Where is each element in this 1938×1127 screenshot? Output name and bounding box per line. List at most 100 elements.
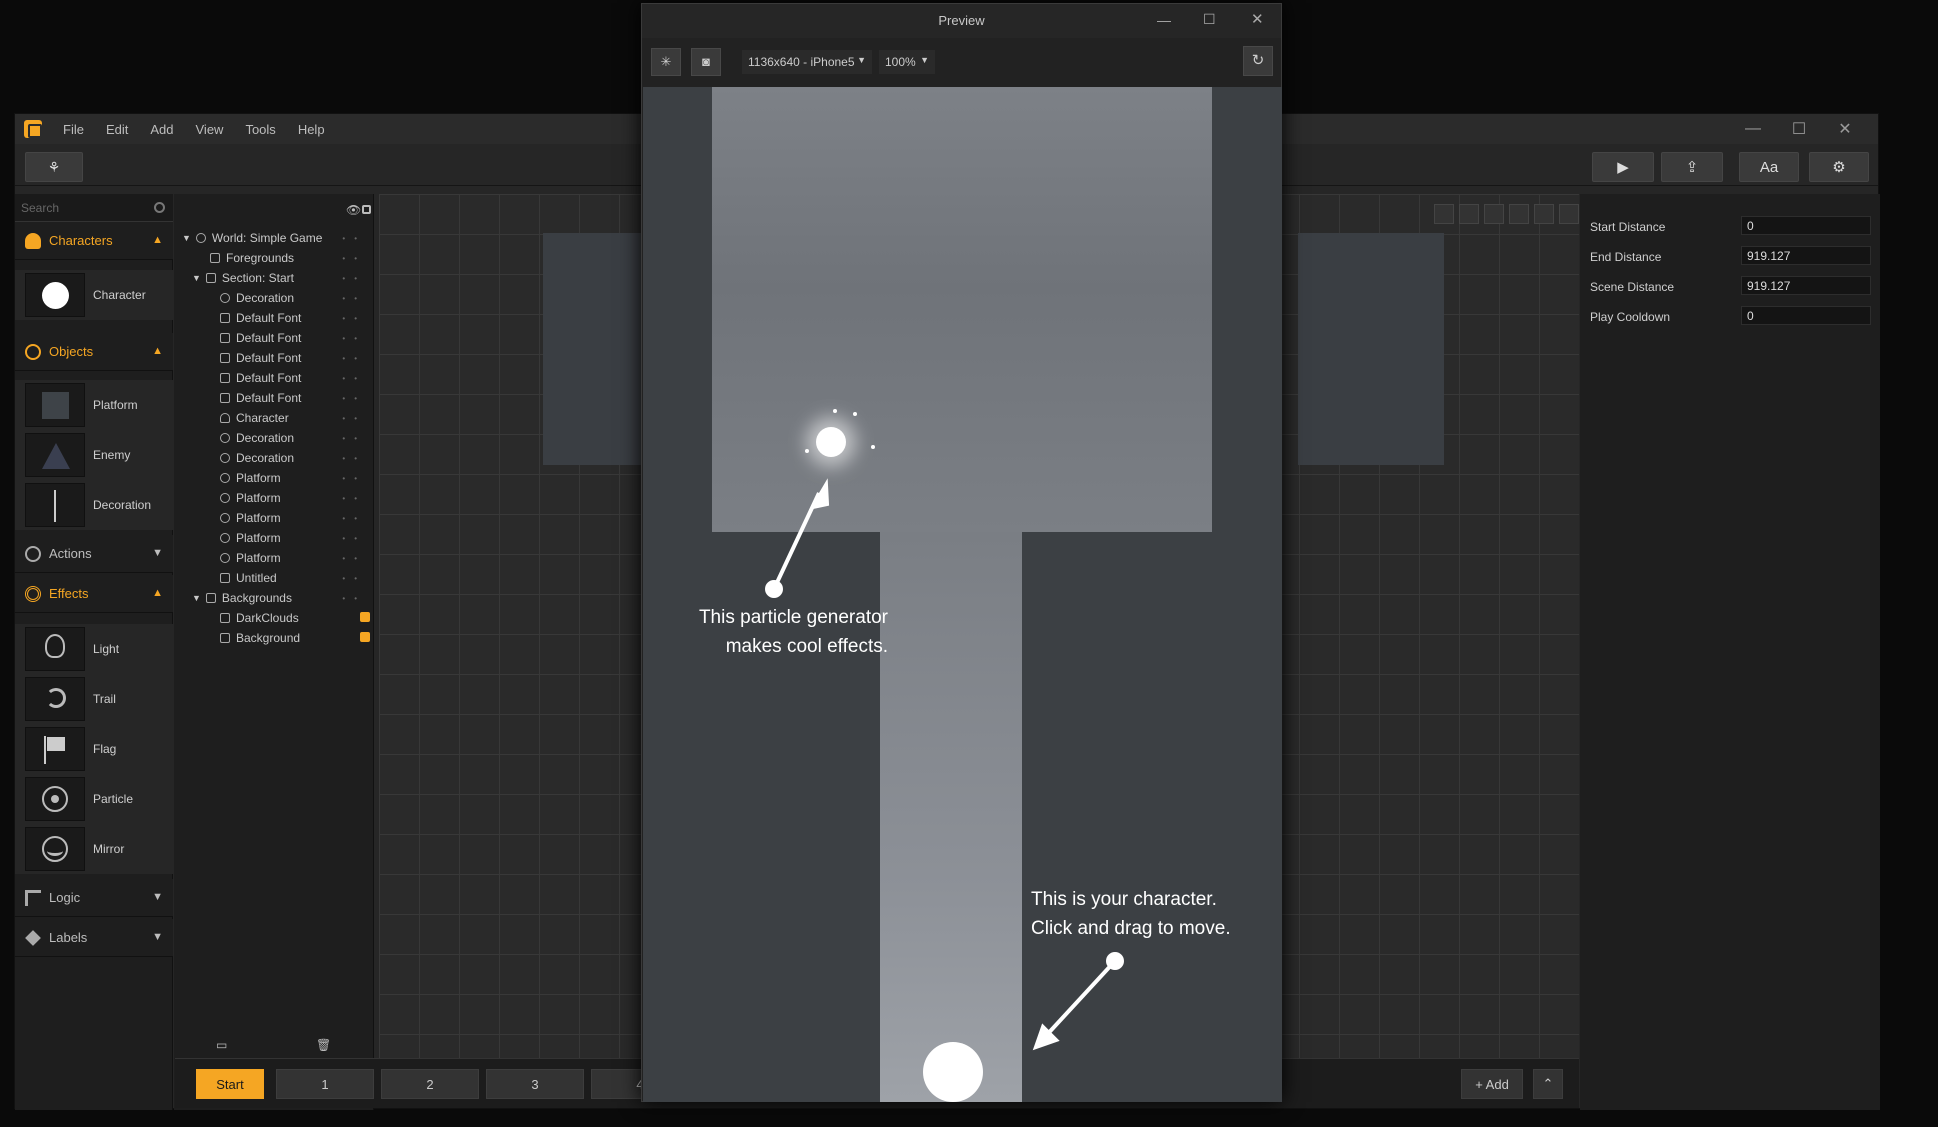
menu-edit[interactable]: Edit [106, 122, 128, 137]
menu-tools[interactable]: Tools [245, 122, 275, 137]
hierarchy-button[interactable]: ⚘ [25, 152, 83, 182]
section-effects[interactable]: Effects ▲ [15, 575, 173, 613]
library-item-character[interactable]: Character [15, 270, 173, 320]
close-icon[interactable]: ✕ [1251, 10, 1264, 28]
tree-row[interactable]: Decoration •• [174, 428, 374, 448]
prop-end-distance: End Distance 919.127 [1590, 244, 1876, 268]
eye-icon[interactable]: 👁 [346, 203, 361, 217]
tree-row[interactable]: Default Font •• [174, 308, 374, 328]
tree-row[interactable]: Platform •• [174, 548, 374, 568]
section-logic[interactable]: Logic ▼ [15, 879, 173, 917]
section-objects[interactable]: Objects ▲ [15, 333, 173, 371]
library-item-decoration[interactable]: Decoration [15, 480, 173, 530]
tree-row-label: Backgrounds [221, 591, 292, 605]
tree-row[interactable]: Default Font •• [174, 368, 374, 388]
game-viewport[interactable]: This particle generator makes cool effec… [643, 87, 1282, 1102]
fit-icon[interactable] [1434, 204, 1454, 224]
maximize-icon[interactable]: ☐ [1776, 119, 1822, 139]
tree-row-backgrounds[interactable]: ▼ Backgrounds •• [174, 588, 374, 608]
prop-start-distance: Start Distance 0 [1590, 214, 1876, 238]
section-actions[interactable]: Actions ▼ [15, 535, 173, 573]
menu-help[interactable]: Help [298, 122, 325, 137]
maximize-icon[interactable]: ☐ [1203, 11, 1216, 28]
tree-row[interactable]: Character •• [174, 408, 374, 428]
section-labels-label: Labels [49, 930, 88, 945]
library-item-flag[interactable]: Flag [15, 724, 173, 774]
library-item-trail[interactable]: Trail [15, 674, 173, 724]
menu-file[interactable]: File [63, 122, 84, 137]
folder-icon[interactable]: ▭ [216, 1038, 227, 1052]
close-icon[interactable]: ✕ [1822, 119, 1868, 139]
device-select[interactable]: 1136x640 - iPhone5 ▼ [742, 50, 872, 74]
search-input[interactable]: Search [15, 194, 173, 222]
library-item-platform[interactable]: Platform [15, 380, 173, 430]
page-tab-2[interactable]: 2 [381, 1069, 479, 1099]
font-button-label: Aa [1759, 158, 1779, 176]
prop-input[interactable]: 919.127 [1741, 276, 1871, 295]
prop-input[interactable]: 0 [1741, 306, 1871, 325]
add-page-button[interactable]: + Add [1461, 1069, 1523, 1099]
section-characters[interactable]: Characters ▲ [15, 222, 173, 260]
tree-row-world[interactable]: ▼ World: Simple Game •• [174, 228, 374, 248]
font-button[interactable]: Aa [1739, 152, 1799, 182]
tree-row-foregrounds[interactable]: Foregrounds •• [174, 248, 374, 268]
settings-button[interactable]: ⚙ [1809, 152, 1869, 182]
screenshot-button[interactable]: ◙ [691, 48, 721, 76]
magnet-icon[interactable] [1509, 204, 1529, 224]
library-item-particle[interactable]: Particle [15, 774, 173, 824]
lock-icon[interactable] [360, 632, 370, 642]
menu-view[interactable]: View [196, 122, 224, 137]
chevron-up-icon[interactable]: ⌃ [1533, 1069, 1563, 1099]
grid-icon[interactable] [1484, 204, 1504, 224]
tree-row-section-start[interactable]: ▼ Section: Start •• [174, 268, 374, 288]
play-button[interactable]: ▶ [1592, 152, 1654, 182]
library-item-label: Platform [93, 398, 138, 412]
annotation-line: Click and drag to move. [1031, 918, 1231, 939]
link-icon[interactable] [1534, 204, 1554, 224]
minimize-icon[interactable]: — [1730, 120, 1776, 138]
tree-row[interactable]: Default Font •• [174, 348, 374, 368]
chevron-up-icon: ▲ [152, 234, 163, 246]
prop-input[interactable]: 0 [1741, 216, 1871, 235]
section-labels[interactable]: Labels ▼ [15, 919, 173, 957]
lock-icon[interactable] [1459, 204, 1479, 224]
tree-row[interactable]: Platform •• [174, 508, 374, 528]
page-tab-1[interactable]: 1 [276, 1069, 374, 1099]
tree-row-label: Default Font [236, 351, 302, 365]
lock-icon[interactable] [362, 205, 371, 214]
refresh-button[interactable]: ↻ [1243, 46, 1273, 76]
tree-row-label: Default Font [236, 311, 302, 325]
page-tab-start[interactable]: Start [196, 1069, 264, 1099]
debug-icon[interactable] [1559, 204, 1579, 224]
chevron-down-icon: ▼ [152, 931, 163, 943]
debug-button[interactable]: ✳ [651, 48, 681, 76]
prop-input[interactable]: 919.127 [1741, 246, 1871, 265]
tree-row[interactable]: Platform •• [174, 468, 374, 488]
library-item-mirror[interactable]: Mirror [15, 824, 173, 874]
minimize-icon[interactable]: — [1157, 12, 1171, 28]
page-tab-3[interactable]: 3 [486, 1069, 584, 1099]
trash-icon[interactable]: 🗑 [316, 1038, 331, 1052]
tree-row[interactable]: Platform •• [174, 488, 374, 508]
tree-row[interactable]: Background [174, 628, 374, 648]
tree-row[interactable]: Default Font •• [174, 328, 374, 348]
tree-row[interactable]: Decoration •• [174, 288, 374, 308]
share-button[interactable]: ⇪ [1661, 152, 1723, 182]
camera-icon: ◙ [702, 54, 710, 69]
tree-row[interactable]: Untitled •• [174, 568, 374, 588]
tree-row[interactable]: DarkClouds [174, 608, 374, 628]
section-objects-label: Objects [49, 344, 94, 359]
tree-row[interactable]: Default Font •• [174, 388, 374, 408]
library-item-enemy[interactable]: Enemy [15, 430, 173, 480]
objects-icon [25, 343, 41, 360]
library-item-light[interactable]: Light [15, 624, 173, 674]
tree-row[interactable]: Platform •• [174, 528, 374, 548]
canvas-tools [1434, 204, 1579, 224]
menu-add[interactable]: Add [150, 122, 173, 137]
flag-icon [25, 727, 85, 771]
tree-row[interactable]: Decoration •• [174, 448, 374, 468]
zoom-select[interactable]: 100% ▼ [879, 50, 935, 74]
lock-icon[interactable] [360, 612, 370, 622]
gear-icon: ⚙ [1832, 159, 1846, 176]
library-item-label: Enemy [93, 448, 131, 462]
